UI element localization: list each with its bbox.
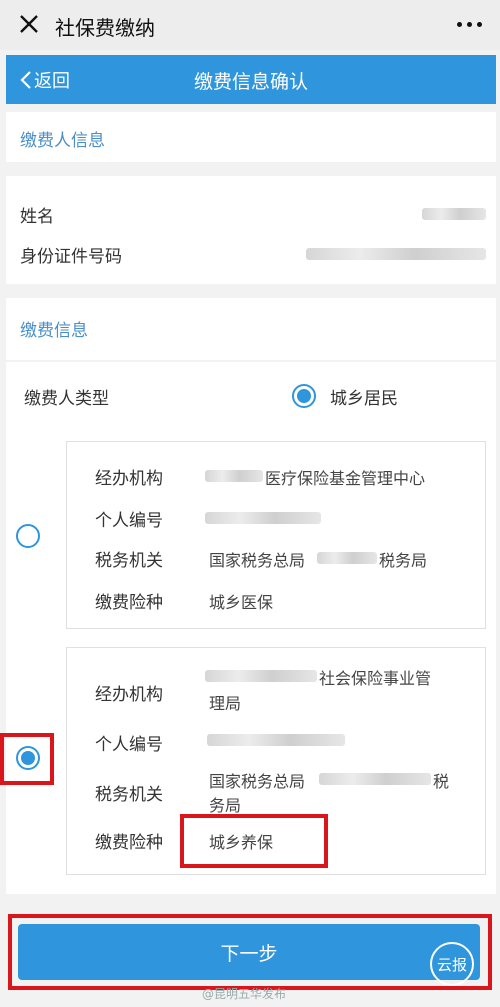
name-label: 姓名 [20, 207, 54, 227]
watermark-text: @昆明五华发布 [202, 987, 287, 1001]
option1-tax-redacted [317, 552, 377, 564]
option2-tax-suffix-line2: 务局 [209, 796, 242, 815]
option1-tax-label: 税务机关 [95, 551, 163, 571]
next-button[interactable]: 下一步 [18, 924, 480, 980]
option2-radio[interactable] [16, 746, 40, 770]
option2-personal-no-redacted [207, 734, 345, 746]
option2-personal-no-label: 个人编号 [95, 735, 163, 755]
watermark-logo: 云报 [430, 942, 474, 986]
payer-section-heading: 缴费人信息 [20, 131, 105, 151]
option2-insurance-label: 缴费险种 [95, 833, 163, 853]
more-icon[interactable] [457, 22, 482, 27]
option2-agency-value-line1: 社会保险事业管 [319, 669, 432, 688]
option1-agency-value: 医疗保险基金管理中心 [265, 469, 426, 488]
nav-bar: 返回 缴费信息确认 [6, 55, 496, 104]
option2-insurance-highlight [180, 814, 328, 868]
window-title: 社保费缴纳 [55, 16, 155, 40]
option1-tax-suffix: 税务局 [379, 551, 428, 570]
option1-radio[interactable] [16, 524, 40, 548]
close-icon[interactable] [18, 13, 40, 35]
page-title: 缴费信息确认 [193, 71, 308, 93]
option1-personal-no-label: 个人编号 [95, 511, 163, 531]
option2-tax-prefix: 国家税务总局 [209, 772, 306, 791]
pay-section-header: 缴费信息 [6, 298, 496, 360]
wechat-title-bar: 社保费缴纳 [0, 0, 500, 50]
option2-agency-value-line2: 理局 [209, 694, 242, 713]
option1-card[interactable]: 经办机构 医疗保险基金管理中心 个人编号 税务机关 国家税务总局 税务局 缴费险… [66, 441, 486, 629]
id-number-value-redacted [306, 248, 486, 260]
payer-section-header: 缴费人信息 [6, 112, 496, 162]
option1-insurance-label: 缴费险种 [95, 593, 163, 613]
option1-tax-prefix: 国家税务总局 [209, 551, 306, 570]
id-number-label: 身份证件号码 [20, 247, 122, 267]
option2-tax-suffix-line1: 税 [433, 772, 450, 791]
option1-insurance-value: 城乡医保 [209, 593, 274, 612]
pay-section-heading: 缴费信息 [20, 321, 88, 341]
option2-tax-redacted [319, 773, 431, 785]
option2-tax-label: 税务机关 [95, 785, 163, 805]
option1-agency-redacted [205, 470, 263, 482]
option1-agency-label: 经办机构 [95, 469, 163, 489]
payer-info-panel: 姓名 身份证件号码 [6, 176, 496, 284]
payer-type-label: 缴费人类型 [24, 389, 109, 409]
payer-type-radio[interactable] [292, 384, 316, 408]
option1-personal-no-redacted [205, 512, 321, 524]
name-value-redacted [422, 208, 486, 220]
option2-agency-label: 经办机构 [95, 685, 163, 705]
payer-type-value: 城乡居民 [330, 389, 398, 409]
option2-agency-redacted [205, 670, 317, 682]
